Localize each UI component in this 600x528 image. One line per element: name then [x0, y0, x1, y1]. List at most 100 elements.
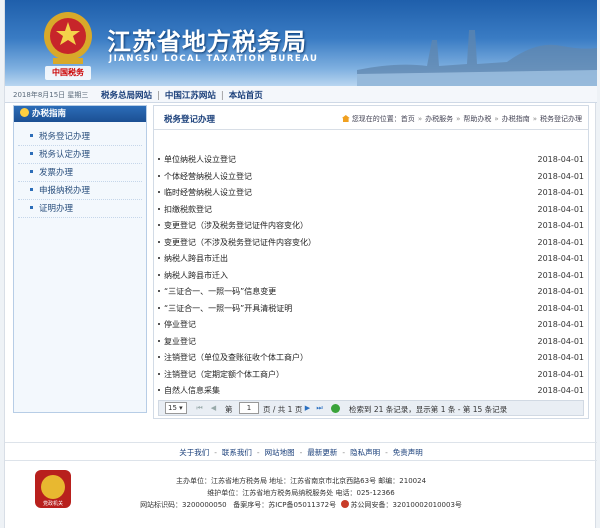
- list-item[interactable]: 变更登记（涉及税务登记证件内容变化） 2018-04-01: [158, 218, 584, 235]
- list-item-date: 2018-04-01: [537, 303, 585, 313]
- list-item[interactable]: 自然人信息采集 2018-04-01: [158, 383, 584, 400]
- bullet-icon: [158, 191, 160, 193]
- list-item[interactable]: 注销登记（单位及查账征收个体工商户） 2018-04-01: [158, 350, 584, 367]
- list-item-date: 2018-04-01: [537, 155, 585, 164]
- list-item-link[interactable]: “三证合一、一照一码”开具清税证明: [164, 304, 292, 313]
- sidebar: 办税指南 税务登记办理 税务认定办理 发票办理 申报纳税办理 证明办理: [13, 105, 147, 413]
- breadcrumb-sep: »: [494, 115, 499, 123]
- list-item[interactable]: “三证合一、一照一码”信息变更 2018-04-01: [158, 284, 584, 301]
- list-item-link[interactable]: 扣缴税款登记: [164, 205, 212, 214]
- bullet-icon: [158, 158, 160, 160]
- bullet-icon: [30, 170, 33, 173]
- refresh-icon[interactable]: [331, 404, 340, 413]
- list-item-link[interactable]: 注销登记（单位及查账征收个体工商户）: [164, 353, 308, 362]
- footer-maintainer: 维护单位：江苏省地方税务局纳税服务处 电话：025-12366: [207, 489, 395, 497]
- bullet-icon: [30, 134, 33, 137]
- list-item[interactable]: 纳税人跨县市迁入 2018-04-01: [158, 268, 584, 285]
- page-label-pre: 第: [225, 405, 233, 414]
- list-item-link[interactable]: 停业登记: [164, 320, 196, 329]
- list-item[interactable]: “三证合一、一照一码”开具清税证明 2018-04-01: [158, 301, 584, 318]
- list-item-link[interactable]: 单位纳税人设立登记: [164, 155, 236, 164]
- list-item-link[interactable]: 复业登记: [164, 337, 196, 346]
- current-date: 2018年8月15日 星期三: [13, 91, 89, 99]
- bullet-icon: [158, 224, 160, 226]
- page: 中国税务 江苏省地方税务局 JIANGSU LOCAL TAXATION BUR…: [4, 0, 597, 528]
- footer-link-about[interactable]: 关于我们: [179, 448, 209, 457]
- bullet-icon: [30, 206, 33, 209]
- prev-page-icon[interactable]: ◀: [209, 404, 218, 413]
- sidebar-item-filing[interactable]: 申报纳税办理: [18, 182, 142, 200]
- link-home[interactable]: 本站首页: [229, 91, 263, 101]
- top-bar: 2018年8月15日 星期三 税务总局网站 | 中国江苏网站 | 本站首页: [5, 86, 597, 103]
- sidebar-item-label: 税务登记办理: [39, 132, 91, 142]
- footer-links: 关于我们 - 联系我们 - 网站地图 - 最新更新 - 隐私声明 - 免责声明: [5, 442, 597, 458]
- breadcrumb-current[interactable]: 税务登记办理: [540, 115, 582, 123]
- record-summary: 检索到 21 条记录，显示第 1 条 - 第 15 条记录: [349, 405, 508, 414]
- list-item-link[interactable]: 变更登记（不涉及税务登记证件内容变化）: [164, 238, 316, 247]
- sidebar-item-label: 发票办理: [39, 168, 74, 178]
- bullet-icon: [30, 152, 33, 155]
- list-item-date: 2018-04-01: [537, 254, 585, 263]
- footer-registration: 网站标识码：3200000050 备案序号：苏ICP备05011372号 苏公网…: [5, 500, 597, 510]
- sidebar-item-invoice[interactable]: 发票办理: [18, 164, 142, 182]
- guide-icon: [20, 108, 29, 117]
- footer-divider: [5, 460, 597, 461]
- list-item-link[interactable]: “三证合一、一照一码”信息变更: [164, 287, 276, 296]
- footer-link-updates[interactable]: 最新更新: [307, 448, 337, 457]
- police-record[interactable]: 苏公网安备：32010002010003号: [351, 501, 462, 509]
- list-item[interactable]: 扣缴税款登记 2018-04-01: [158, 202, 584, 219]
- list-item[interactable]: 停业登记 2018-04-01: [158, 317, 584, 334]
- sidebar-item-registration[interactable]: 税务登记办理: [18, 128, 142, 146]
- bullet-icon: [158, 323, 160, 325]
- list-item-date: 2018-04-01: [537, 204, 585, 214]
- divider: -: [256, 448, 260, 457]
- list-item[interactable]: 复业登记 2018-04-01: [158, 334, 584, 351]
- site-code: 网站标识码：3200000050: [140, 501, 227, 509]
- footer-link-sitemap[interactable]: 网站地图: [265, 448, 295, 457]
- next-page-icon[interactable]: ▶: [303, 404, 312, 413]
- sidebar-item-certification[interactable]: 税务认定办理: [18, 146, 142, 164]
- divider: -: [299, 448, 303, 457]
- link-sat-site[interactable]: 税务总局网站: [101, 91, 152, 101]
- list-item[interactable]: 单位纳税人设立登记 2018-04-01: [158, 152, 584, 169]
- page-size-select[interactable]: 15 ▾: [165, 402, 187, 414]
- bullet-icon: [158, 257, 160, 259]
- last-page-icon[interactable]: ⏭: [315, 404, 324, 413]
- breadcrumb: 您现在的位置：首页» 办税服务» 帮助办税» 办税指南» 税务登记办理: [341, 114, 582, 124]
- breadcrumb-sep: »: [456, 115, 461, 123]
- home-icon: [341, 115, 350, 122]
- list-item-date: 2018-04-01: [537, 336, 585, 346]
- divider: -: [214, 448, 217, 457]
- list-item[interactable]: 纳税人跨县市迁出 2018-04-01: [158, 251, 584, 268]
- list-item[interactable]: 临时经营纳税人设立登记 2018-04-01: [158, 185, 584, 202]
- sidebar-heading-label: 办税指南: [32, 109, 67, 119]
- page-number-input[interactable]: 1: [239, 402, 259, 414]
- list-item-link[interactable]: 纳税人跨县市迁入: [164, 271, 228, 280]
- list-item-link[interactable]: 变更登记（涉及税务登记证件内容变化）: [164, 221, 308, 230]
- list-item[interactable]: 注销登记（定期定额个体工商户） 2018-04-01: [158, 367, 584, 384]
- list-item-link[interactable]: 个体经营纳税人设立登记: [164, 172, 252, 181]
- first-page-icon[interactable]: ⏮: [195, 404, 204, 413]
- breadcrumb-service[interactable]: 办税服务: [425, 115, 453, 123]
- page-label-post: 页 / 共 1 页: [263, 405, 303, 414]
- breadcrumb-guide[interactable]: 办税指南: [502, 115, 530, 123]
- footer-link-disclaimer[interactable]: 免责声明: [393, 448, 423, 457]
- bullet-icon: [158, 372, 160, 375]
- breadcrumb-help[interactable]: 帮助办税: [463, 115, 491, 123]
- footer-link-privacy[interactable]: 隐私声明: [350, 448, 380, 457]
- sidebar-menu: 税务登记办理 税务认定办理 发票办理 申报纳税办理 证明办理: [14, 128, 146, 218]
- list-item-link[interactable]: 注销登记（定期定额个体工商户）: [164, 370, 284, 379]
- icp-number[interactable]: 备案序号：苏ICP备05011372号: [233, 501, 336, 509]
- list-item[interactable]: 个体经营纳税人设立登记 2018-04-01: [158, 169, 584, 186]
- footer-link-contact[interactable]: 联系我们: [222, 448, 252, 457]
- site-title: 江苏省地方税务局: [107, 28, 307, 56]
- list-item-link[interactable]: 临时经营纳税人设立登记: [164, 188, 252, 197]
- breadcrumb-home[interactable]: 您现在的位置：首页: [352, 115, 415, 123]
- list-item[interactable]: 变更登记（不涉及税务登记证件内容变化） 2018-04-01: [158, 235, 584, 252]
- link-jiangsu-site[interactable]: 中国江苏网站: [165, 91, 216, 101]
- list-item-link[interactable]: 自然人信息采集: [164, 386, 220, 395]
- sidebar-item-certificate[interactable]: 证明办理: [18, 200, 142, 218]
- list-item-date: 2018-04-01: [537, 369, 585, 379]
- bullet-icon: [158, 306, 160, 309]
- list-item-link[interactable]: 纳税人跨县市迁出: [164, 254, 228, 263]
